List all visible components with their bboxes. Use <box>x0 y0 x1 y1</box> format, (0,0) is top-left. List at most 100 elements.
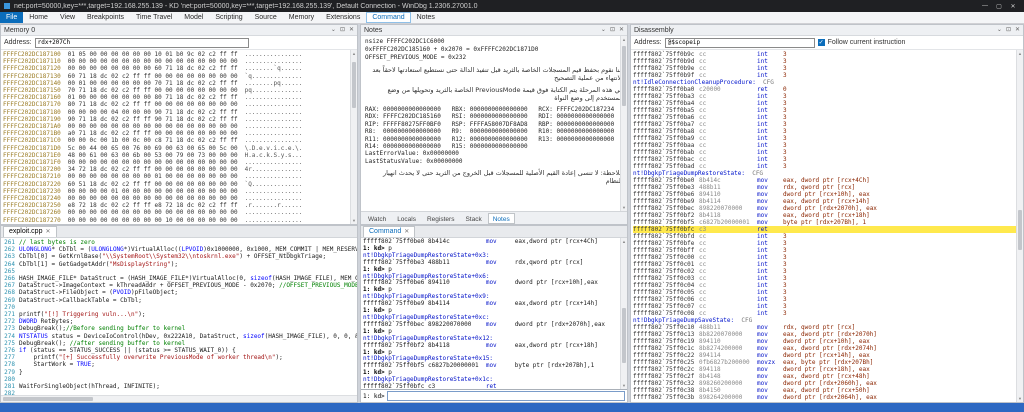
disasm-row[interactable]: fffff802`75ff0c2f 8b4148 mov eax, dword ptr… <box>633 373 1023 380</box>
ribbon-tab-extensions[interactable]: Extensions <box>320 12 366 23</box>
ribbon-tab-time-travel[interactable]: Time Travel <box>130 12 178 23</box>
memory-row[interactable]: FFFFC202DC187170 80 71 18 dc 02 c2 ff ff … <box>3 101 355 108</box>
scroll-down-icon[interactable]: ▼ <box>351 217 357 224</box>
source-line[interactable]: 271 printf("[!] Triggering vuln...\n"); <box>1 311 357 318</box>
memory-row[interactable]: FFFFC202DC187110 00 00 00 00 00 00 00 00 … <box>3 58 355 65</box>
close-icon[interactable]: ✕ <box>619 25 624 35</box>
scroll-thumb[interactable] <box>622 308 626 363</box>
memory-row[interactable]: FFFFC202DC1871F0 00 00 00 00 00 00 00 00 … <box>3 159 355 166</box>
disasm-row[interactable]: fffff802`75ff0ba4 cc int 3 <box>633 100 1023 107</box>
ribbon-tab-file[interactable]: File <box>0 12 24 23</box>
pin-icon[interactable]: ⊡ <box>610 25 615 35</box>
memory-row[interactable]: FFFFC202DC1871E0 48 00 61 00 63 00 6b 00 … <box>3 152 355 159</box>
pin-icon[interactable]: ⊡ <box>1006 25 1011 35</box>
memory-row[interactable]: FFFFC202DC187260 00 00 00 00 00 00 00 00 … <box>3 209 355 216</box>
source-line[interactable]: 268 DataStruct->FileObject = (PVOID)pFile… <box>1 289 357 296</box>
source-line[interactable]: 278 StartWork = TRUE; <box>1 361 357 368</box>
source-line[interactable]: 274 NTSTATUS status = DeviceIoControl(hDe… <box>1 333 357 340</box>
disasm-row[interactable]: fffff802`75ff0b9e cc int 3 <box>633 65 1023 72</box>
command-scrollbar[interactable]: ▲ ▼ <box>620 238 627 389</box>
chevron-down-icon[interactable]: ⌄ <box>997 25 1002 35</box>
memory-row[interactable]: FFFFC202DC1871B0 a0 71 18 dc 02 c2 ff ff … <box>3 130 355 137</box>
disasm-row[interactable]: fffff802`75ff0be9 8b4114 mov eax, dword ptr… <box>633 198 1023 205</box>
notes-scrollbar[interactable]: ▲ ▼ <box>620 36 627 211</box>
disasm-row[interactable]: fffff802`75ff0c02 cc int 3 <box>633 268 1023 275</box>
source-line[interactable]: 280 <box>1 376 357 383</box>
disasm-label-row[interactable]: nt!IdleConnectionCleanupProcedure: CFG <box>633 79 1023 86</box>
disasm-row[interactable]: fffff802`75ff0c32 898260200000 mov dword pt… <box>633 380 1023 387</box>
disasm-row[interactable]: fffff802`75ff0ba9 cc int 3 <box>633 135 1023 142</box>
source-line[interactable]: 275 DebugBreak(); //after sending buffer … <box>1 340 357 347</box>
ribbon-tab-model[interactable]: Model <box>178 12 209 23</box>
scroll-up-icon[interactable]: ▲ <box>351 50 357 57</box>
memory-row[interactable]: FFFFC202DC187270 00 00 00 00 00 00 00 00 … <box>3 217 355 224</box>
bottom-tab-stack[interactable]: Stack <box>460 213 486 224</box>
source-line[interactable]: 265 <box>1 268 357 275</box>
ribbon-tab-source[interactable]: Source <box>249 12 283 23</box>
scroll-thumb[interactable] <box>622 46 626 106</box>
disasm-row[interactable]: fffff802`75ff0be3 488b11 mov rdx, qword ptr… <box>633 184 1023 191</box>
memory-address-input[interactable] <box>34 37 249 48</box>
disasm-row[interactable]: fffff802`75ff0c01 cc int 3 <box>633 261 1023 268</box>
memory-row[interactable]: FFFFC202DC187190 90 71 18 dc 02 c2 ff ff … <box>3 116 355 123</box>
source-line[interactable]: 281 WaitForSingleObject(hThread, INFINITE… <box>1 383 357 390</box>
memory-row[interactable]: FFFFC202DC187130 60 71 18 dc 02 c2 ff ff … <box>3 73 355 80</box>
scroll-thumb[interactable] <box>3 397 93 401</box>
memory-row[interactable]: FFFFC202DC187240 00 00 00 00 00 00 00 00 … <box>3 195 355 202</box>
disasm-label-row[interactable]: nt!DbgkpTriageDumpRestoreState: CFG <box>633 170 1023 177</box>
disasm-row[interactable]: fffff802`75ff0bf2 8b4118 mov eax, dword ptr… <box>633 212 1023 219</box>
source-line[interactable]: 270 <box>1 304 357 311</box>
disasm-row[interactable]: fffff802`75ff0bff cc int 3 <box>633 247 1023 254</box>
disasm-row[interactable]: fffff802`75ff0ba6 cc int 3 <box>633 114 1023 121</box>
disasm-row[interactable]: fffff802`75ff0baa cc int 3 <box>633 142 1023 149</box>
source-line[interactable]: 279} <box>1 369 357 376</box>
disasm-row[interactable]: fffff802`75ff0c1c 8b8274200000 mov eax, dwo… <box>633 345 1023 352</box>
chevron-down-icon[interactable]: ⌄ <box>331 25 336 35</box>
disasm-row[interactable]: fffff802`75ff0c03 cc int 3 <box>633 275 1023 282</box>
memory-row[interactable]: FFFFC202DC187180 00 00 00 00 04 00 00 00 … <box>3 109 355 116</box>
bottom-tab-locals[interactable]: Locals <box>392 213 421 224</box>
disasm-row[interactable]: fffff802`75ff0b9c cc int 3 <box>633 51 1023 58</box>
scroll-up-icon[interactable]: ▲ <box>1017 50 1023 57</box>
memory-row[interactable]: FFFFC202DC187210 00 00 00 00 00 00 00 00 … <box>3 173 355 180</box>
follow-current-instruction-checkbox[interactable]: ✓ <box>817 39 825 46</box>
memory-row[interactable]: FFFFC202DC187140 00 01 00 00 00 00 00 00 … <box>3 80 355 87</box>
memory-row[interactable]: FFFFC202DC1871A0 00 00 00 00 00 00 00 00 … <box>3 123 355 130</box>
disasm-row[interactable]: fffff802`75ff0bfe cc int 3 <box>633 240 1023 247</box>
memory-row[interactable]: FFFFC202DC187160 01 00 00 00 00 00 00 00 … <box>3 94 355 101</box>
scroll-down-icon[interactable]: ▼ <box>621 382 627 389</box>
memory-row[interactable]: FFFFC202DC187100 01 05 00 00 00 00 00 00 … <box>3 51 355 58</box>
memory-row[interactable]: FFFFC202DC187200 34 72 18 dc 02 c2 ff ff … <box>3 166 355 173</box>
source-line[interactable]: 264 CbTbl[1] = GetGadgetAddr("MsDisplaySt… <box>1 261 357 268</box>
source-line[interactable]: 263 CbTbl[0] = GetKrnlBase("\\SystemRoot\… <box>1 253 357 260</box>
scroll-down-icon[interactable]: ▼ <box>1017 395 1023 402</box>
close-icon[interactable]: ✕ <box>1015 25 1020 35</box>
tab-exploit-cpp[interactable]: exploit.cpp ✕ <box>3 226 57 237</box>
memory-row[interactable]: FFFFC202DC187230 00 00 00 00 01 00 00 00 … <box>3 188 355 195</box>
disasm-row[interactable]: fffff802`75ff0c06 cc int 3 <box>633 296 1023 303</box>
disasm-row[interactable]: fffff802`75ff0b9f cc int 3 <box>633 72 1023 79</box>
disasm-row[interactable]: fffff802`75ff0b9d cc int 3 <box>633 58 1023 65</box>
disassembly-scrollbar[interactable]: ▲ ▼ <box>1016 50 1023 402</box>
memory-row[interactable]: FFFFC202DC187250 e8 72 18 dc 02 c2 ff ff … <box>3 202 355 209</box>
disasm-row[interactable]: fffff802`75ff0c08 cc int 3 <box>633 310 1023 317</box>
disasm-row[interactable]: fffff802`75ff0ba3 cc int 3 <box>633 93 1023 100</box>
disasm-row[interactable]: fffff802`75ff0c2c 894118 mov dword ptr [rcx… <box>633 366 1023 373</box>
bottom-tab-registers[interactable]: Registers <box>422 213 459 224</box>
disasm-row[interactable]: fffff802`75ff0bad cc int 3 <box>633 163 1023 170</box>
source-line[interactable]: 267 DataStruct->ImageContext = kThreadAdd… <box>1 282 357 289</box>
disasm-label-row[interactable]: nt!DbgkpTriageDumpSaveState: CFG <box>633 317 1023 324</box>
source-line[interactable]: 266 HASH_IMAGE_FILE* DataStruct = (HASH_I… <box>1 275 357 282</box>
disasm-row[interactable]: fffff802`75ff0c07 cc int 3 <box>633 303 1023 310</box>
memory-scrollbar[interactable]: ▲ ▼ <box>350 50 357 224</box>
disasm-row[interactable]: fffff802`75ff0be0 8b414c mov eax, dword ptr… <box>633 177 1023 184</box>
scroll-thumb[interactable] <box>352 62 356 108</box>
disassembly-address-input[interactable] <box>664 37 815 48</box>
ribbon-tab-breakpoints[interactable]: Breakpoints <box>81 12 130 23</box>
disasm-row[interactable]: fffff802`75ff0c22 894114 mov dword ptr [rcx… <box>633 352 1023 359</box>
ribbon-tab-notes[interactable]: Notes <box>411 12 441 23</box>
close-icon[interactable]: ✕ <box>349 25 354 35</box>
disasm-row[interactable]: fffff802`75ff0bac cc int 3 <box>633 156 1023 163</box>
source-hscrollbar[interactable] <box>1 395 357 402</box>
disasm-row[interactable]: fffff802`75ff0c19 894110 mov dword ptr [rcx… <box>633 338 1023 345</box>
